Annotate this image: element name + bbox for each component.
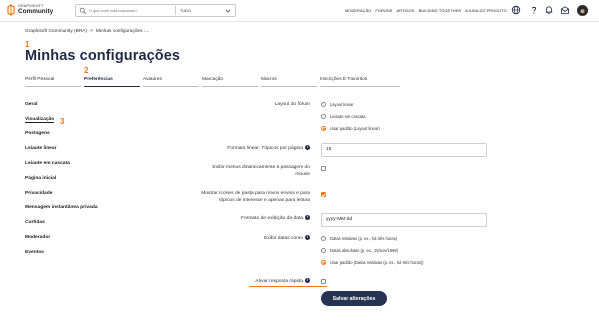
radio-label: Usar padrão (Layout linear): [330, 126, 380, 131]
radio-leiaute-cascata[interactable]: Leiaute em cascata: [321, 114, 366, 119]
search-icon[interactable]: [79, 7, 87, 15]
radio-button[interactable]: [321, 236, 326, 241]
radio-layout-linear[interactable]: Layout linear: [321, 102, 353, 107]
bell-icon[interactable]: [544, 5, 554, 15]
info-icon[interactable]: i: [305, 215, 310, 221]
radio-label: Leiaute em cascata: [330, 114, 366, 119]
tab-marcacao[interactable]: Marcação: [202, 76, 258, 87]
radio-label: Layout linear: [330, 102, 354, 107]
search-input[interactable]: [89, 8, 175, 13]
graphisoft-logo[interactable]: GRAPHISOFT Community: [7, 4, 53, 16]
search-scope-select[interactable]: TUDO: [180, 8, 225, 13]
tab-macros[interactable]: Macros: [261, 76, 317, 87]
hover-menus-label: Exibir menus dinamicamente à passagem do…: [180, 164, 310, 178]
sidebar-item-moderador[interactable]: Moderador: [25, 235, 50, 240]
radio-button[interactable]: [321, 102, 326, 107]
quick-reply-checkbox[interactable]: [321, 279, 326, 284]
hover-menus-checkbox[interactable]: [321, 166, 326, 171]
quick-reply-text: Ativar resposta rápida: [255, 279, 303, 284]
radio-usar-padrao-datas[interactable]: Usar padrão (Datas relativas (p. ex., há…: [321, 260, 424, 265]
hover-menus-label-line1: Exibir menus dinamicamente à passagem do: [212, 165, 310, 170]
top-navbar: GRAPHISOFT Community TUDO MODERAÇÃO FORU…: [0, 0, 599, 22]
folder-icons-label: Mostrar ícones de pasta para novos envio…: [160, 190, 310, 204]
sidebar-item-leiaute-cascata[interactable]: Leiaute em cascata: [25, 161, 70, 166]
folder-icons-label-line2: tópicos de interesse e apenas para leitu…: [219, 198, 310, 203]
breadcrumb-community[interactable]: Graphisoft Community (BRA): [25, 29, 87, 34]
breadcrumb: Graphisoft Community (BRA) > Minhas conf…: [25, 29, 152, 34]
hover-menus-label-line2: mouse: [295, 172, 310, 177]
sidebar-item-mensagem-privada[interactable]: Mensagem instantânea privada: [25, 205, 98, 210]
folder-icons-label-line1: Mostrar ícones de pasta para novos envio…: [201, 191, 310, 196]
topics-per-page-text: Formato linear: Tópicos por página: [227, 146, 303, 151]
save-changes-button[interactable]: Salvar alterações: [321, 291, 387, 306]
tab-perfil-pessoal[interactable]: Perfil Pessoal: [25, 76, 81, 87]
date-display-text: Exibir datas como: [264, 236, 303, 241]
breadcrumb-separator: >: [90, 29, 93, 34]
quick-reply-highlight: [249, 286, 327, 287]
mail-icon[interactable]: [560, 5, 570, 15]
sidebar-item-visualizacao[interactable]: Visualização: [25, 117, 55, 123]
date-format-text: Formato de exibição da data: [241, 216, 303, 221]
menu-foruns[interactable]: FORUNS: [375, 8, 392, 13]
info-icon[interactable]: i: [305, 278, 310, 284]
graphisoft-logo-icon: [7, 4, 15, 16]
brand-line2: Community: [18, 7, 54, 15]
sidebar-item-geral[interactable]: Geral: [25, 102, 38, 107]
settings-tabs: Perfil Pessoal Preferências Avatares Mar…: [25, 76, 575, 87]
globe-icon[interactable]: [511, 5, 521, 15]
sidebar-item-pagina-inicial[interactable]: Página inicial: [25, 176, 56, 181]
tab-avatares[interactable]: Avatares: [143, 76, 199, 87]
sidebar-item-eventos[interactable]: Eventos: [25, 250, 44, 255]
radio-datas-relativas[interactable]: Datas relativas (p. ex., há três horas): [321, 236, 397, 241]
quick-reply-label: Ativar resposta rápida i: [220, 278, 310, 285]
radio-button[interactable]: [321, 114, 326, 119]
chevron-down-icon[interactable]: [225, 8, 231, 14]
annotation-number-3: 3: [60, 117, 65, 126]
annotation-number-2: 2: [84, 66, 89, 75]
sidebar-item-privacidade[interactable]: Privacidade: [25, 191, 52, 196]
menu-moderacao[interactable]: MODERAÇÃO: [345, 8, 371, 13]
tab-inscricoes-favoritos[interactable]: Inscrições E Favoritos: [320, 76, 400, 87]
sidebar-item-leiaute-linear[interactable]: Leiaute linear: [25, 146, 57, 151]
radio-button-selected[interactable]: [321, 126, 326, 131]
topics-per-page-label: Formato linear: Tópicos por página i: [180, 145, 310, 152]
info-icon[interactable]: i: [305, 145, 310, 151]
search-bar: TUDO: [75, 4, 236, 17]
forum-layout-label: Layout do fórum: [274, 102, 310, 107]
tab-preferencias[interactable]: Preferências: [84, 76, 140, 87]
topics-per-page-input[interactable]: 15: [321, 143, 487, 157]
radio-button[interactable]: [321, 248, 326, 253]
radio-label: Usar padrão (Datas relativas (p. ex., há…: [330, 260, 424, 265]
sidebar-item-postagens[interactable]: Postagens: [25, 131, 50, 136]
radio-label: Datas relativas (p. ex., há três horas): [330, 236, 398, 241]
radio-button-selected[interactable]: [321, 260, 326, 265]
search-divider: [175, 6, 176, 15]
radio-datas-absolutas[interactable]: Datas absolutas (p. ex., 15/nov/1968): [321, 248, 398, 253]
folder-icons-checkbox[interactable]: [321, 192, 326, 197]
menu-artigos[interactable]: ARTIGOS: [396, 8, 414, 13]
top-menu: MODERAÇÃO FORUNS ARTIGOS BUILDING TOGETH…: [345, 8, 511, 13]
avatar[interactable]: [577, 5, 588, 16]
radio-usar-padrao-layout[interactable]: Usar padrão (Layout linear): [321, 126, 380, 131]
date-format-label: Formato de exibição da data i: [180, 215, 310, 222]
info-icon[interactable]: i: [305, 235, 310, 241]
radio-label: Datas absolutas (p. ex., 15/nov/1968): [330, 248, 399, 253]
breadcrumb-current: Minhas configurações :...: [95, 29, 150, 34]
menu-ajuda-do-produto[interactable]: AJUDA DO PRODUTO: [465, 8, 507, 13]
date-format-input[interactable]: yyyy-MM-dd: [321, 213, 487, 227]
page-title: Minhas configurações: [25, 48, 181, 64]
menu-building-together[interactable]: BUILDING TOGETHER: [419, 8, 462, 13]
help-icon[interactable]: [529, 5, 539, 15]
sidebar-item-curtidas[interactable]: Curtidas: [25, 220, 45, 225]
date-display-label: Exibir datas como i: [200, 235, 310, 242]
